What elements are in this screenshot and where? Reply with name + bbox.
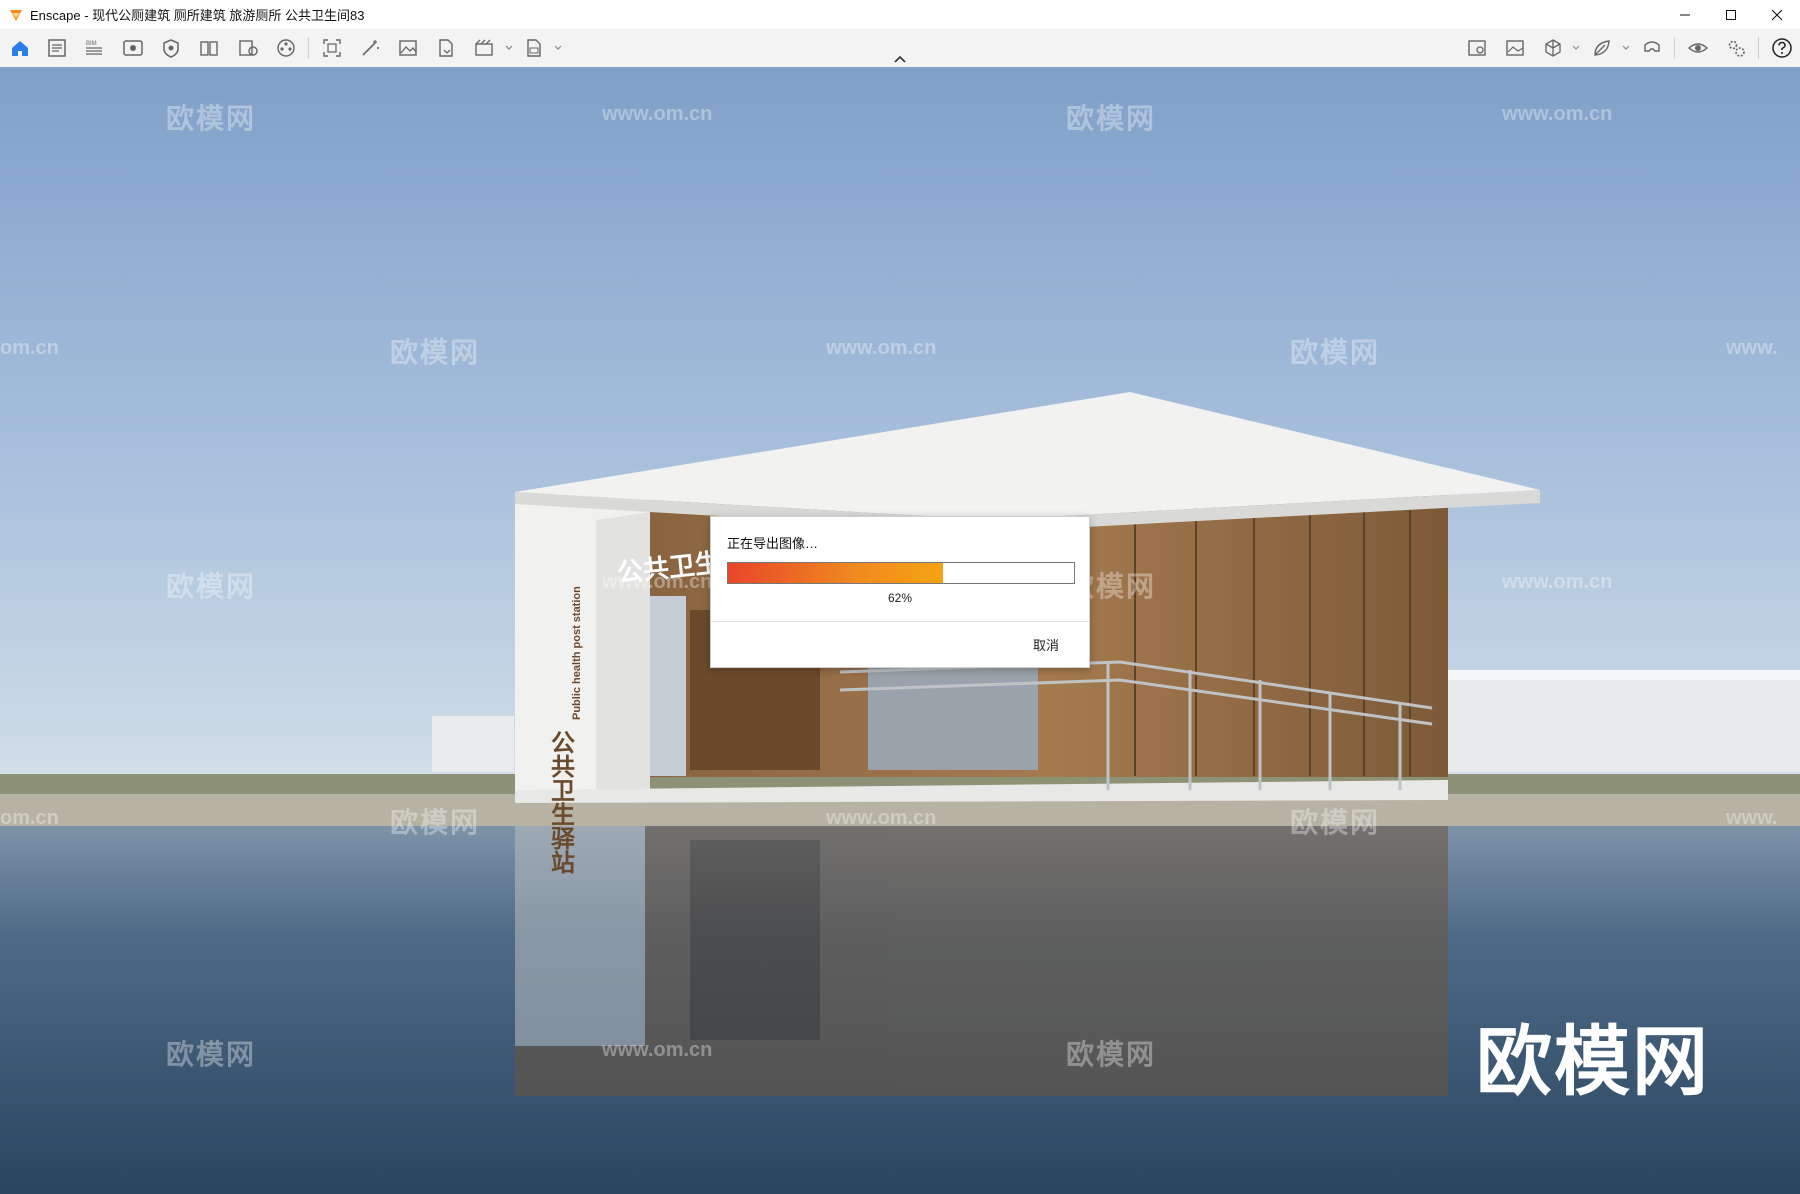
views-list-button[interactable]: [197, 36, 221, 60]
watermark: 欧模网: [390, 337, 481, 368]
leaf-icon: [1594, 40, 1610, 56]
watermark: 欧模网: [1066, 103, 1157, 134]
watermark: 欧模网: [1066, 1039, 1157, 1070]
watermark: www.om.cn: [602, 103, 713, 125]
watermark: www.: [1726, 807, 1778, 829]
chevron-down-icon[interactable]: [554, 44, 562, 52]
view-icon: [123, 40, 143, 56]
map-button[interactable]: [1465, 36, 1489, 60]
maximize-button[interactable]: [1708, 0, 1754, 29]
bim-button[interactable]: BIM: [82, 36, 106, 60]
export-icon: [439, 39, 453, 57]
document-list-button[interactable]: [45, 36, 69, 60]
distant-building: [1440, 670, 1800, 680]
vr-headset-icon: [1644, 41, 1660, 52]
enscape-logo-icon: [10, 9, 22, 21]
watermark: www.om.cn: [826, 337, 937, 359]
atmosphere-button[interactable]: [358, 36, 382, 60]
screenshot-icon: [323, 39, 341, 57]
home-icon: [12, 41, 28, 56]
asset-library-button[interactable]: [236, 36, 260, 60]
watermark: www.om.cn: [602, 1039, 713, 1061]
cube-button[interactable]: [1541, 36, 1565, 60]
home-button[interactable]: [8, 36, 32, 60]
vertical-sign-en: Public health post station: [571, 586, 583, 720]
watermark: www.om.cn: [1502, 571, 1613, 593]
watermark: 欧模网: [1290, 337, 1381, 368]
chevron-down-icon[interactable]: [505, 44, 513, 52]
progress-percentage: 62%: [887, 591, 913, 605]
settings-button[interactable]: [1724, 36, 1748, 60]
views-list-icon: [200, 41, 218, 56]
door: [650, 596, 686, 776]
view-button[interactable]: [121, 36, 145, 60]
help-button[interactable]: [1770, 36, 1794, 60]
collapse-toolbar-icon[interactable]: [893, 54, 907, 64]
watermark: om.cn: [0, 807, 59, 829]
help-icon: [1772, 38, 1792, 58]
visual-settings-icon: [1687, 43, 1709, 53]
vr-headset-button[interactable]: [1640, 36, 1664, 60]
watermark: om.cn: [0, 337, 59, 359]
title-bar: Enscape - 现代公厕建筑 厕所建筑 旅游厕所 公共卫生间83: [0, 0, 1800, 29]
batch-render-icon: [475, 39, 493, 56]
exe-export-icon: [527, 39, 541, 57]
window-title: Enscape - 现代公厕建筑 厕所建筑 旅游厕所 公共卫生间83: [30, 8, 365, 23]
watermark: www.om.cn: [602, 571, 713, 593]
map-icon: [1468, 40, 1486, 56]
vertical-sign-cn: 公共卫生驿站: [547, 730, 575, 874]
watermark: 欧模网: [166, 571, 257, 602]
cube-icon: [1545, 39, 1561, 57]
distant-building: [1440, 676, 1800, 772]
watermark: www.om.cn: [1502, 103, 1613, 125]
maximize-icon: [1726, 9, 1736, 20]
video-editor-button[interactable]: [274, 36, 298, 60]
watermark: www.om.cn: [826, 807, 937, 829]
cancel-button[interactable]: 取消: [1033, 635, 1059, 654]
svg-text:BIM: BIM: [86, 41, 97, 47]
batch-render-button[interactable]: [472, 36, 496, 60]
dialog-divider: [711, 621, 1089, 622]
visual-settings-button[interactable]: [1686, 36, 1710, 60]
progress-bar: [727, 562, 1075, 584]
close-icon: [1771, 9, 1783, 20]
image-editor-button[interactable]: [1503, 36, 1527, 60]
export-button[interactable]: [434, 36, 458, 60]
watermark: 欧模网: [390, 807, 481, 838]
toolbar-separator: [1758, 37, 1759, 59]
safe-frame-button[interactable]: [159, 36, 183, 60]
toolbar-separator: [1674, 37, 1675, 59]
chevron-down-icon[interactable]: [1622, 44, 1630, 52]
entrance-glass: [868, 660, 1038, 770]
dialog-title: 正在导出图像…: [727, 536, 819, 551]
document-list-icon: [48, 39, 66, 57]
chevron-down-icon[interactable]: [1572, 44, 1580, 52]
screenshot-button[interactable]: [320, 36, 344, 60]
image-editor-icon: [1506, 40, 1524, 56]
toolbar-separator: [308, 37, 309, 59]
bim-icon: BIM: [86, 41, 102, 55]
watermark: www.: [1726, 337, 1778, 359]
settings-gear-icon: [1728, 40, 1745, 57]
atmosphere-icon: [362, 40, 379, 56]
brand-logo-watermark: 欧模网: [1476, 1020, 1710, 1105]
watermark: 欧模网: [1290, 807, 1381, 838]
leaf-button[interactable]: [1590, 36, 1614, 60]
exe-export-button[interactable]: [522, 36, 546, 60]
video-editor-icon: [277, 39, 295, 57]
safe-frame-icon: [163, 39, 179, 58]
asset-library-icon: [239, 40, 258, 56]
watermark: 欧模网: [166, 103, 257, 134]
minimize-icon: [1680, 14, 1690, 15]
progress-bar-fill: [728, 563, 943, 583]
render-image-icon: [399, 40, 417, 56]
distant-building: [432, 716, 514, 772]
close-button[interactable]: [1754, 0, 1800, 29]
minimize-button[interactable]: [1662, 0, 1708, 29]
render-image-button[interactable]: [396, 36, 420, 60]
watermark: 欧模网: [166, 1039, 257, 1070]
export-progress-dialog: 正在导出图像… 62% 取消: [710, 516, 1090, 668]
